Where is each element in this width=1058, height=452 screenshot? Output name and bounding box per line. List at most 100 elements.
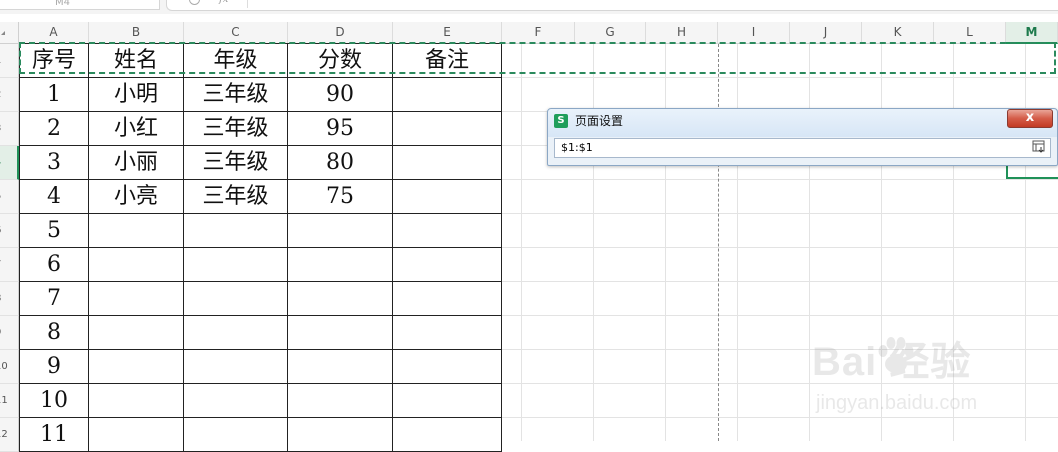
formula-input[interactable]: fx — [166, 0, 1058, 11]
column-header-j[interactable]: J — [790, 22, 862, 44]
table-header-cell[interactable]: 姓名 — [89, 43, 184, 78]
table-cell[interactable] — [288, 248, 393, 282]
table-cell[interactable]: 8 — [19, 316, 89, 350]
table-cell[interactable] — [288, 316, 393, 350]
column-header-k[interactable]: K — [862, 22, 934, 44]
table-cell[interactable]: 5 — [19, 214, 89, 248]
table-cell[interactable] — [89, 350, 184, 384]
table-cell[interactable] — [288, 418, 393, 452]
table-cell[interactable]: 2 — [19, 112, 89, 146]
row-header-12[interactable]: 12 — [0, 418, 19, 452]
table-cell[interactable]: 小亮 — [89, 180, 184, 214]
table-cell[interactable] — [288, 384, 393, 418]
table-cell[interactable]: 90 — [288, 78, 393, 112]
column-header-g[interactable]: G — [575, 22, 646, 44]
table-cell[interactable] — [184, 350, 288, 384]
range-input[interactable]: $1:$1 — [554, 138, 1051, 158]
table-cell[interactable] — [393, 316, 502, 350]
row-header-8[interactable]: 8 — [0, 282, 19, 316]
row-number: 6 — [0, 225, 1, 236]
table-cell[interactable] — [393, 384, 502, 418]
table-cell[interactable]: 小明 — [89, 78, 184, 112]
collapse-dialog-icon[interactable] — [1032, 140, 1046, 154]
table-cell[interactable] — [89, 418, 184, 452]
table-cell[interactable] — [89, 214, 184, 248]
row-number: 4 — [0, 157, 1, 168]
row-header-2[interactable]: 2 — [0, 78, 19, 112]
row-header-10[interactable]: 10 — [0, 350, 19, 384]
table-cell[interactable]: 三年级 — [184, 180, 288, 214]
table-cell[interactable]: 6 — [19, 248, 89, 282]
zoom-icon[interactable] — [189, 0, 200, 5]
table-cell[interactable] — [393, 248, 502, 282]
row-number: 12 — [0, 429, 8, 440]
column-header-e[interactable]: E — [393, 22, 502, 44]
column-header-c[interactable]: C — [184, 22, 288, 44]
table-cell[interactable] — [393, 350, 502, 384]
table-cell[interactable] — [89, 248, 184, 282]
row-number: 1 — [0, 55, 1, 66]
table-cell[interactable]: 小红 — [89, 112, 184, 146]
table-cell[interactable]: 11 — [19, 418, 89, 452]
table-cell[interactable] — [184, 418, 288, 452]
table-cell[interactable] — [89, 282, 184, 316]
table-header-cell[interactable]: 年级 — [184, 43, 288, 78]
close-button[interactable]: x — [1007, 109, 1053, 128]
table-cell[interactable] — [393, 78, 502, 112]
table-cell[interactable] — [184, 316, 288, 350]
table-cell[interactable] — [393, 282, 502, 316]
divider — [247, 0, 248, 8]
table-cell[interactable]: 9 — [19, 350, 89, 384]
table-cell[interactable] — [288, 282, 393, 316]
column-header-d[interactable]: D — [288, 22, 393, 44]
table-header-cell[interactable]: 序号 — [19, 43, 89, 78]
table-cell[interactable] — [393, 418, 502, 452]
table-cell[interactable]: 三年级 — [184, 146, 288, 180]
column-header-h[interactable]: H — [646, 22, 718, 44]
table-cell[interactable]: 1 — [19, 78, 89, 112]
table-cell[interactable]: 小丽 — [89, 146, 184, 180]
table-cell[interactable]: 80 — [288, 146, 393, 180]
table-cell[interactable] — [393, 180, 502, 214]
table-cell[interactable] — [393, 214, 502, 248]
table-header-cell[interactable]: 备注 — [393, 43, 502, 78]
table-cell[interactable]: 4 — [19, 180, 89, 214]
column-header-l[interactable]: L — [934, 22, 1006, 44]
row-header-9[interactable]: 9 — [0, 316, 19, 350]
table-cell[interactable] — [184, 282, 288, 316]
table-cell[interactable] — [89, 316, 184, 350]
table-cell[interactable] — [184, 248, 288, 282]
row-header-7[interactable]: 7 — [0, 248, 19, 282]
row-header-4[interactable]: 4 — [0, 146, 19, 180]
row-header-5[interactable]: 5 — [0, 180, 19, 214]
row-header-3[interactable]: 3 — [0, 112, 19, 146]
table-cell[interactable] — [393, 112, 502, 146]
column-header-a[interactable]: A — [19, 22, 89, 44]
select-all-corner[interactable] — [0, 22, 19, 44]
table-header-cell[interactable]: 分数 — [288, 43, 393, 78]
table-cell[interactable] — [89, 384, 184, 418]
row-header-6[interactable]: 6 — [0, 214, 19, 248]
table-cell[interactable]: 95 — [288, 112, 393, 146]
table-cell[interactable] — [393, 146, 502, 180]
column-header-m[interactable]: M — [1006, 22, 1058, 44]
column-header-i[interactable]: I — [718, 22, 790, 44]
table-cell[interactable] — [184, 384, 288, 418]
table-cell[interactable] — [288, 214, 393, 248]
table-cell[interactable] — [184, 214, 288, 248]
table-cell[interactable]: 3 — [19, 146, 89, 180]
table-cell[interactable]: 三年级 — [184, 78, 288, 112]
table-cell[interactable]: 7 — [19, 282, 89, 316]
row-header-1[interactable]: 1 — [0, 44, 19, 78]
row-header-11[interactable]: 11 — [0, 384, 19, 418]
column-header-f[interactable]: F — [502, 22, 575, 44]
table-cell[interactable]: 10 — [19, 384, 89, 418]
name-box[interactable]: M4 — [0, 0, 160, 10]
table-cell[interactable] — [288, 350, 393, 384]
row-number: 7 — [0, 259, 1, 270]
table-cell[interactable]: 75 — [288, 180, 393, 214]
table-cell[interactable]: 三年级 — [184, 112, 288, 146]
fx-icon[interactable]: fx — [219, 0, 228, 5]
column-header-b[interactable]: B — [89, 22, 184, 44]
watermark: Bai 经验 jingyan.baidu.com — [812, 334, 1012, 424]
